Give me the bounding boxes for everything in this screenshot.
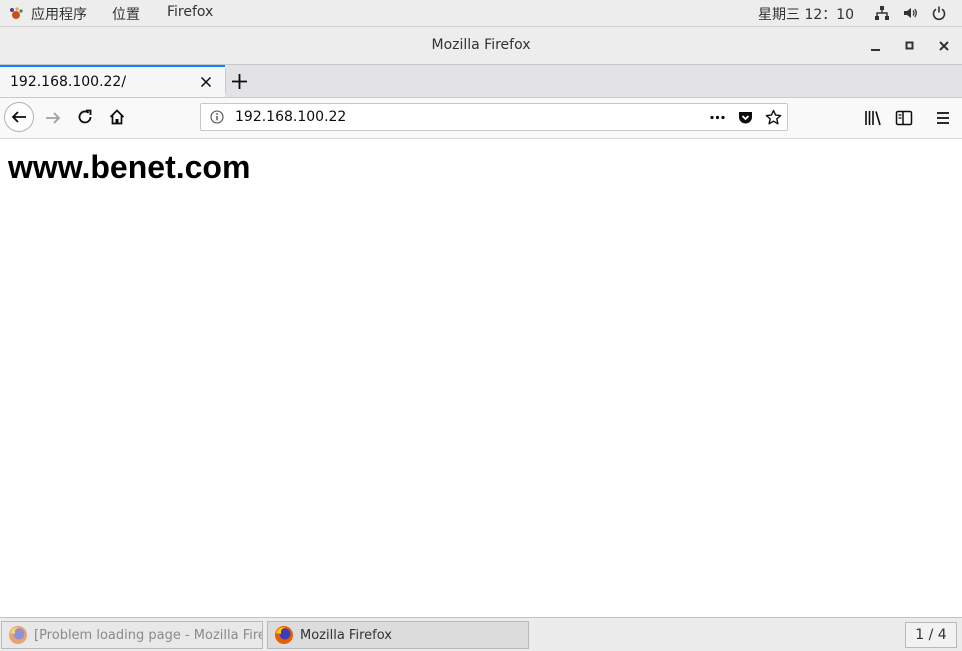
navigation-toolbar: 192.168.100.22: [0, 98, 962, 139]
tab-active[interactable]: 192.168.100.22/: [0, 65, 225, 97]
network-icon[interactable]: [874, 5, 890, 21]
taskbar-item-label: Mozilla Firefox: [300, 627, 392, 643]
window-list-taskbar: [Problem loading page - Mozilla Fire… Mo…: [0, 617, 962, 651]
minimize-icon[interactable]: [869, 39, 883, 53]
system-top-bar: 应用程序 位置 Firefox 星期三 12：10: [0, 0, 962, 27]
volume-icon[interactable]: [902, 5, 918, 21]
home-icon[interactable]: [108, 108, 126, 126]
reload-icon[interactable]: [76, 108, 94, 126]
tab-title: 192.168.100.22/: [10, 74, 127, 90]
url-input[interactable]: 192.168.100.22: [235, 109, 346, 125]
taskbar-item-label: [Problem loading page - Mozilla Fire…: [34, 627, 263, 643]
places-menu-label: 位置: [112, 7, 140, 23]
bookmark-star-icon[interactable]: [765, 109, 782, 126]
maximize-icon[interactable]: [903, 39, 917, 53]
back-arrow-icon: [11, 111, 26, 123]
close-window-icon[interactable]: [937, 39, 951, 53]
clock[interactable]: 星期三 12：10: [758, 4, 854, 24]
window-title-bar[interactable]: Mozilla Firefox: [0, 27, 962, 65]
page-heading: www.benet.com: [8, 149, 251, 185]
close-tab-icon[interactable]: [200, 76, 212, 88]
applications-menu[interactable]: 应用程序: [8, 4, 87, 24]
hamburger-menu-icon[interactable]: [934, 109, 952, 127]
firefox-icon: [9, 626, 27, 644]
back-button[interactable]: [4, 102, 34, 132]
tab-strip: 192.168.100.22/: [0, 65, 962, 98]
app-menu-label: Firefox: [167, 4, 214, 20]
taskbar-item-firefox[interactable]: Mozilla Firefox: [267, 621, 529, 649]
firefox-icon: [275, 626, 293, 644]
url-bar[interactable]: 192.168.100.22: [200, 103, 788, 131]
tab-separator: [225, 69, 226, 93]
forward-arrow-icon[interactable]: [44, 109, 62, 127]
pocket-icon[interactable]: [737, 109, 754, 126]
taskbar-item-problem-page[interactable]: [Problem loading page - Mozilla Fire…: [1, 621, 263, 649]
site-info-icon[interactable]: [210, 110, 224, 124]
page-actions-icon[interactable]: [709, 109, 726, 126]
power-icon[interactable]: [931, 5, 947, 21]
new-tab-icon[interactable]: [231, 73, 248, 90]
page-content: www.benet.com: [0, 139, 962, 617]
library-icon[interactable]: [864, 109, 882, 127]
app-menu[interactable]: Firefox: [167, 4, 213, 20]
workspace-switcher[interactable]: 1 / 4: [905, 622, 957, 648]
places-menu[interactable]: 位置: [112, 4, 140, 24]
window-title: Mozilla Firefox: [431, 37, 531, 53]
sidebar-icon[interactable]: [895, 109, 913, 127]
applications-menu-label: 应用程序: [31, 7, 87, 23]
gnome-foot-icon: [10, 7, 23, 19]
